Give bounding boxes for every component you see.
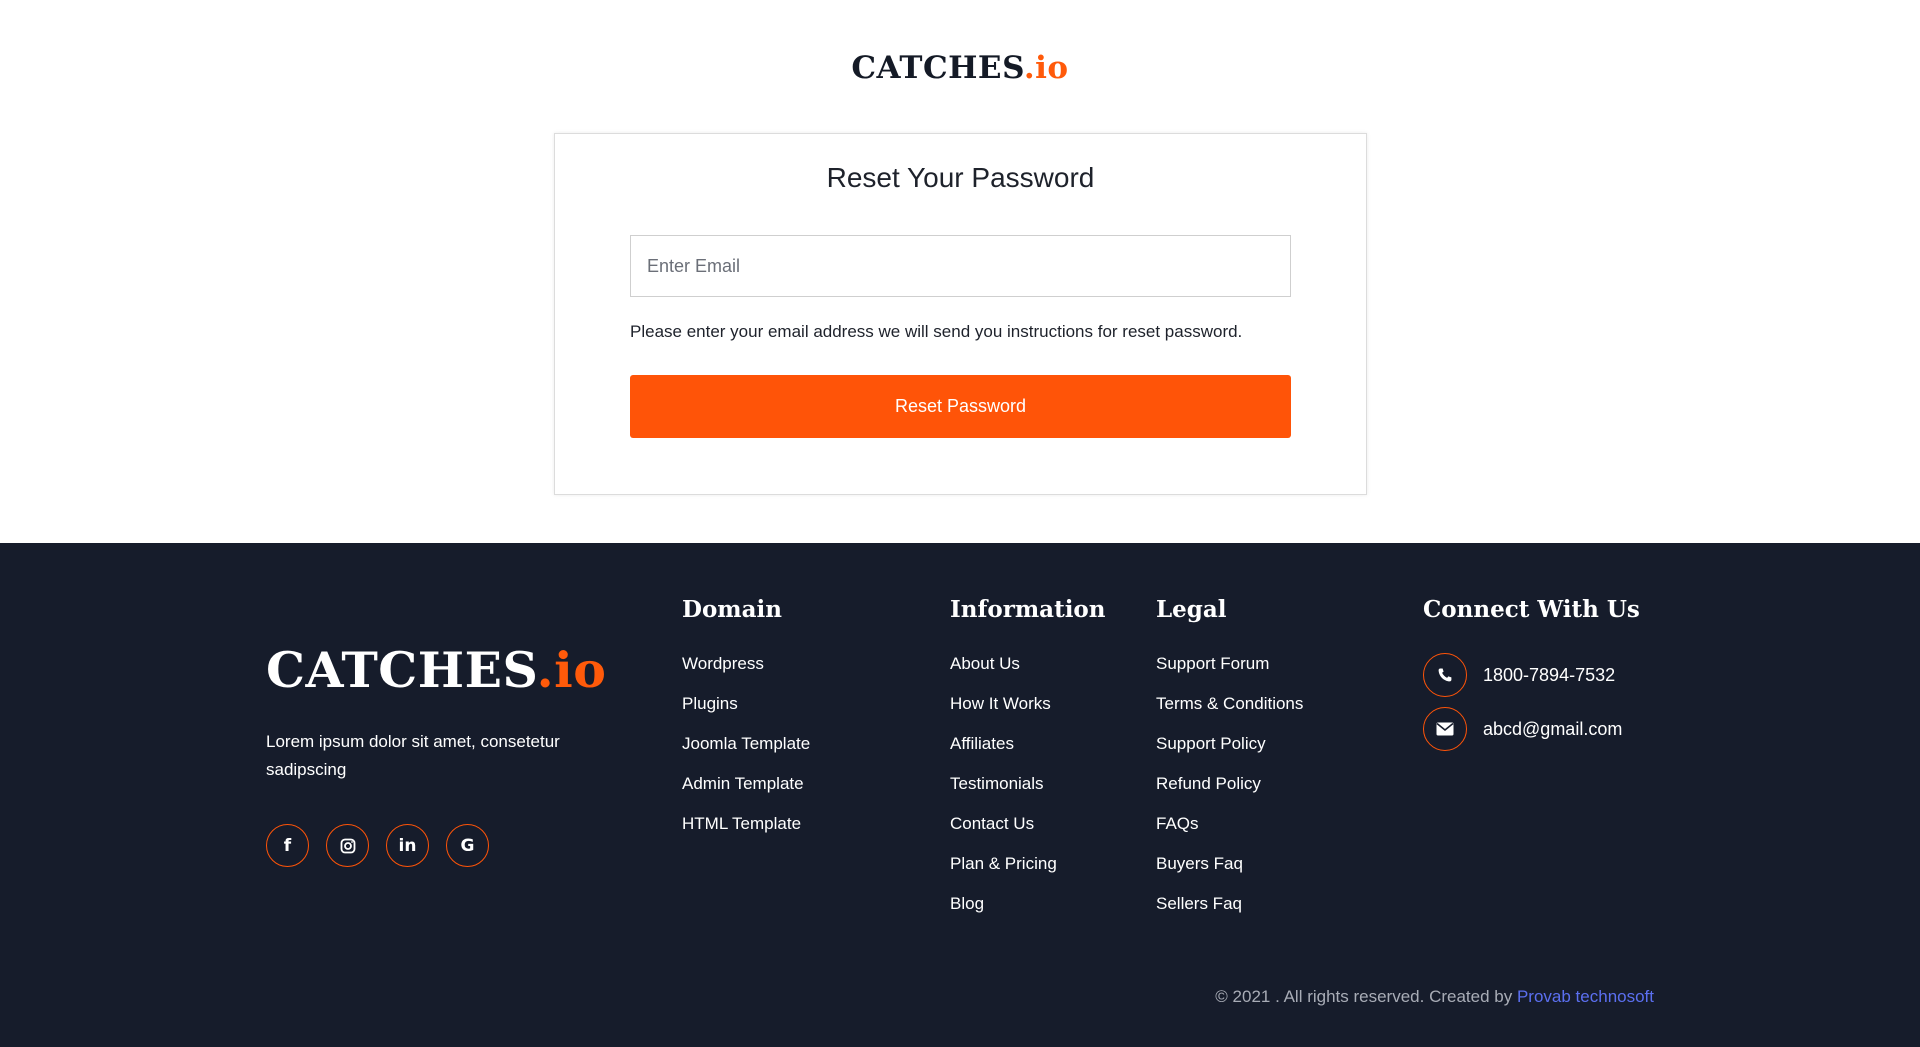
footer-logo-suffix: .io bbox=[536, 641, 607, 699]
domain-link[interactable]: Wordpress bbox=[682, 653, 810, 693]
domain-link[interactable]: Admin Template bbox=[682, 773, 810, 813]
header-logo[interactable]: CATCHES.io bbox=[0, 50, 1920, 86]
domain-title: Domain bbox=[682, 596, 782, 623]
footer-logo[interactable]: CATCHES.io bbox=[266, 641, 606, 699]
help-text: Please enter your email address we will … bbox=[630, 322, 1243, 341]
footer-logo-name: CATCHES bbox=[266, 641, 537, 699]
linkedin-icon: in bbox=[398, 835, 417, 856]
domain-link[interactable]: HTML Template bbox=[682, 813, 810, 853]
footer: CATCHES.io Lorem ipsum dolor sit amet, c… bbox=[0, 543, 1920, 1047]
legal-link[interactable]: Support Forum bbox=[1156, 653, 1303, 693]
envelope-icon bbox=[1423, 707, 1467, 751]
domain-link[interactable]: Plugins bbox=[682, 693, 810, 733]
information-link[interactable]: Testimonials bbox=[950, 773, 1106, 813]
domain-link[interactable]: Joomla Template bbox=[682, 733, 810, 773]
email-row: abcd@gmail.com bbox=[1423, 707, 1640, 751]
information-column: Information About Us How It Works Affili… bbox=[950, 596, 1106, 933]
linkedin-link[interactable]: in bbox=[386, 824, 429, 867]
phone-number[interactable]: 1800-7894-7532 bbox=[1483, 665, 1615, 686]
instagram-link[interactable] bbox=[326, 824, 369, 867]
card-title: Reset Your Password bbox=[826, 162, 1095, 193]
instagram-icon bbox=[340, 838, 355, 853]
reset-password-card: Reset Your Password Please enter your em… bbox=[554, 133, 1367, 495]
logo-suffix: .io bbox=[1023, 50, 1069, 86]
phone-icon bbox=[1423, 653, 1467, 697]
email-input[interactable] bbox=[630, 235, 1291, 297]
connect-column: Connect With Us 1800-7894-7532 abcd@gmai… bbox=[1423, 596, 1640, 761]
information-link[interactable]: Affiliates bbox=[950, 733, 1106, 773]
copyright-text: © 2021 . All rights reserved. Created by bbox=[1215, 987, 1517, 1006]
information-title: Information bbox=[950, 596, 1106, 623]
social-links: f in G bbox=[266, 824, 489, 867]
connect-title: Connect With Us bbox=[1423, 596, 1640, 623]
google-icon: G bbox=[460, 835, 475, 856]
legal-link[interactable]: Buyers Faq bbox=[1156, 853, 1303, 893]
legal-column: Legal Support Forum Terms & Conditions S… bbox=[1156, 596, 1303, 933]
information-link[interactable]: Plan & Pricing bbox=[950, 853, 1106, 893]
domain-column: Domain Wordpress Plugins Joomla Template… bbox=[682, 596, 810, 853]
information-link[interactable]: Blog bbox=[950, 893, 1106, 933]
information-link[interactable]: Contact Us bbox=[950, 813, 1106, 853]
google-link[interactable]: G bbox=[446, 824, 489, 867]
legal-link[interactable]: Refund Policy bbox=[1156, 773, 1303, 813]
phone-row: 1800-7894-7532 bbox=[1423, 653, 1640, 697]
reset-password-button[interactable]: Reset Password bbox=[630, 375, 1291, 438]
credit-link[interactable]: Provab technosoft bbox=[1517, 987, 1654, 1006]
information-link[interactable]: How It Works bbox=[950, 693, 1106, 733]
facebook-link[interactable]: f bbox=[266, 824, 309, 867]
logo-name: CATCHES bbox=[851, 50, 1024, 86]
legal-link[interactable]: FAQs bbox=[1156, 813, 1303, 853]
footer-description: Lorem ipsum dolor sit amet, consetetur s… bbox=[266, 732, 560, 779]
legal-link[interactable]: Sellers Faq bbox=[1156, 893, 1303, 933]
legal-title: Legal bbox=[1156, 596, 1227, 623]
main-area: CATCHES.io Reset Your Password Please en… bbox=[0, 0, 1920, 543]
legal-link[interactable]: Support Policy bbox=[1156, 733, 1303, 773]
facebook-icon: f bbox=[283, 835, 292, 856]
copyright: © 2021 . All rights reserved. Created by… bbox=[1215, 987, 1654, 1007]
email-address[interactable]: abcd@gmail.com bbox=[1483, 719, 1622, 740]
legal-link[interactable]: Terms & Conditions bbox=[1156, 693, 1303, 733]
information-link[interactable]: About Us bbox=[950, 653, 1106, 693]
